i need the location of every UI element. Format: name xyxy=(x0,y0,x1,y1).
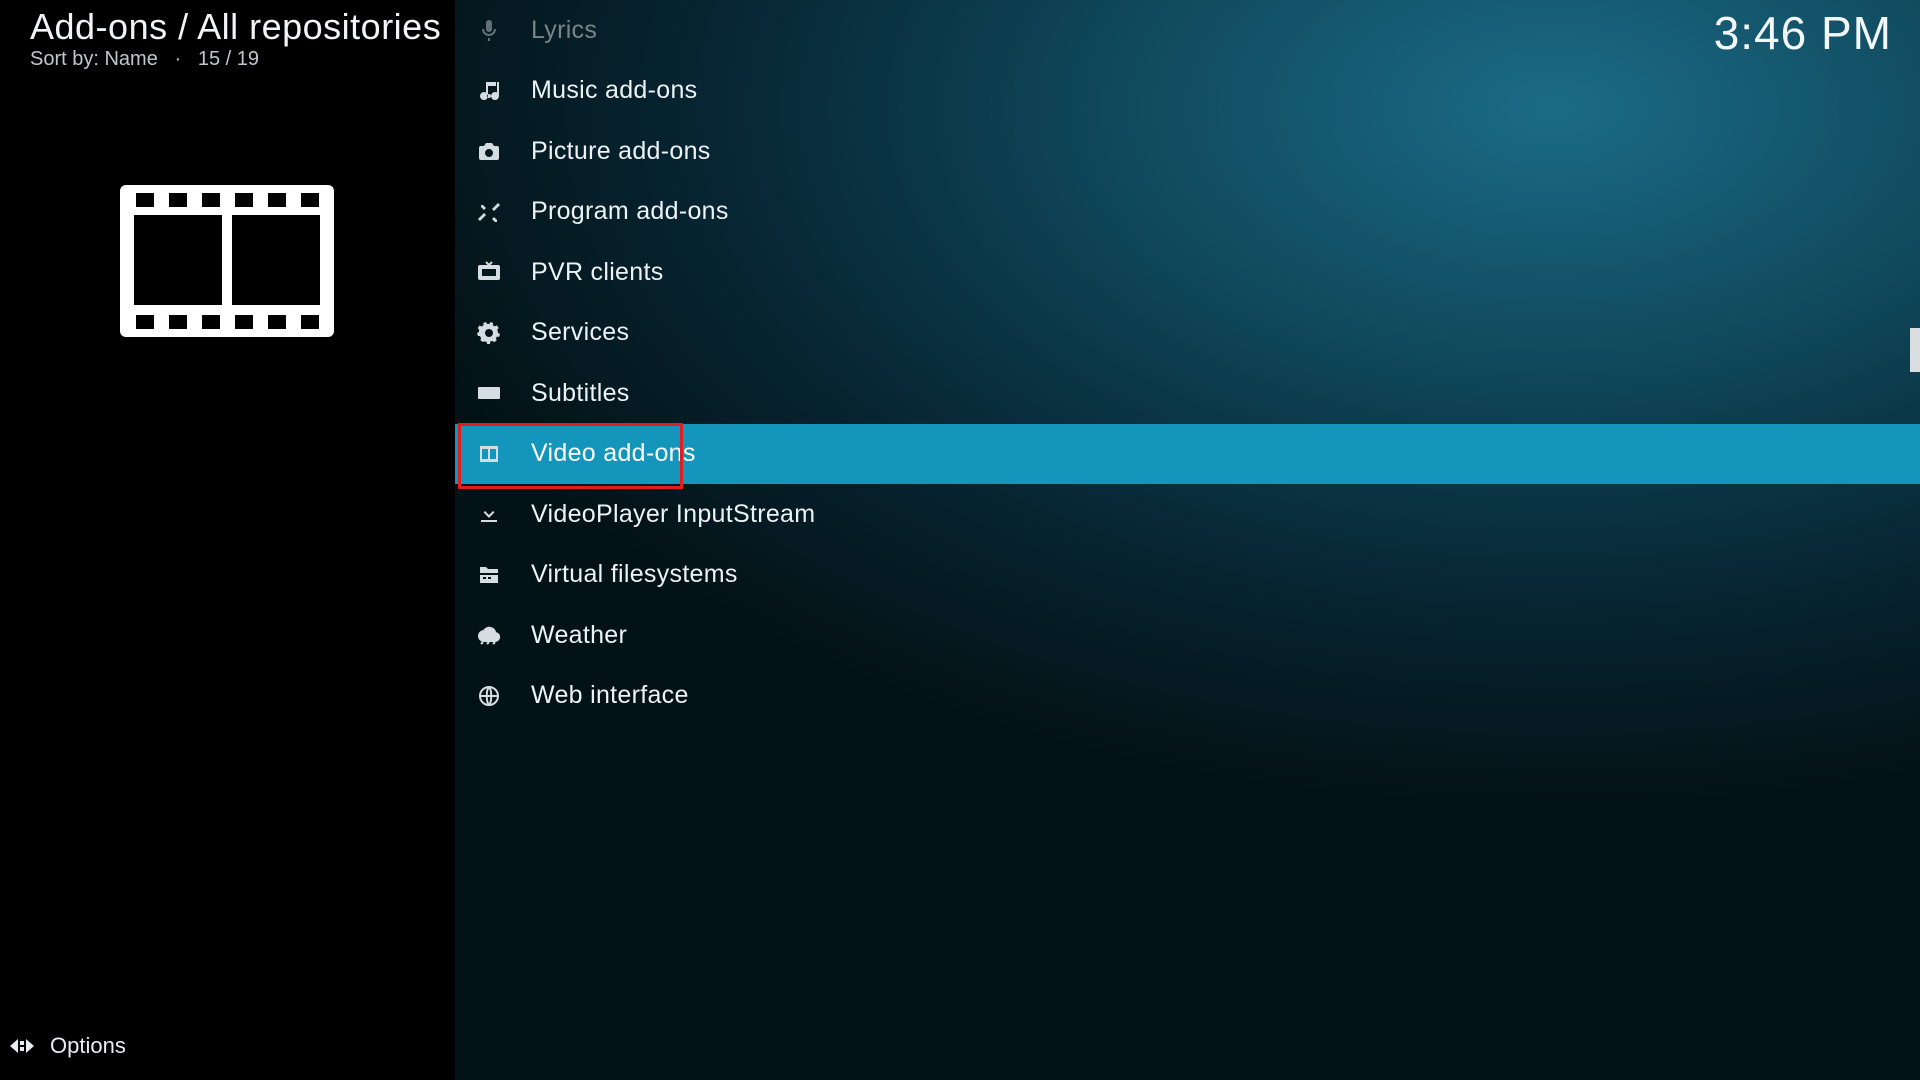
tools-icon xyxy=(475,200,503,224)
download-icon xyxy=(475,502,503,526)
category-label: PVR clients xyxy=(531,258,664,287)
category-item-subtitles[interactable]: Subtitles xyxy=(455,363,1920,424)
category-label: Web interface xyxy=(531,681,689,710)
category-item-music-add-ons[interactable]: Music add-ons xyxy=(455,61,1920,122)
preview-film-icon xyxy=(120,185,334,337)
category-item-weather[interactable]: Weather xyxy=(455,605,1920,666)
tv-icon xyxy=(475,260,503,284)
options-label: Options xyxy=(50,1033,126,1059)
weather-icon xyxy=(475,623,503,647)
category-label: Music add-ons xyxy=(531,76,697,105)
category-item-picture-add-ons[interactable]: Picture add-ons xyxy=(455,121,1920,182)
sidebar-background xyxy=(0,0,455,1080)
category-label: Program add-ons xyxy=(531,197,729,226)
camera-icon xyxy=(475,139,503,163)
scrollbar-thumb[interactable] xyxy=(1910,328,1920,372)
category-list: Lyrics Music add-ons Picture add-ons Progra… xyxy=(455,0,1920,1080)
film-icon xyxy=(475,442,503,466)
category-label: Weather xyxy=(531,621,627,650)
category-label: Subtitles xyxy=(531,379,630,408)
category-label: Virtual filesystems xyxy=(531,560,738,589)
folder-tree-icon xyxy=(475,563,503,587)
category-item-videoplayer-inputstream[interactable]: VideoPlayer InputStream xyxy=(455,484,1920,545)
options-button[interactable]: Options xyxy=(8,1032,126,1060)
category-item-virtual-filesystems[interactable]: Virtual filesystems xyxy=(455,545,1920,606)
category-label: Video add-ons xyxy=(531,439,696,468)
category-label: VideoPlayer InputStream xyxy=(531,500,815,529)
category-item-program-add-ons[interactable]: Program add-ons xyxy=(455,182,1920,243)
microphone-icon xyxy=(475,18,503,42)
category-item-lyrics[interactable]: Lyrics xyxy=(455,0,1920,61)
music-note-icon xyxy=(475,79,503,103)
keyboard-icon xyxy=(475,381,503,405)
gear-icon xyxy=(475,321,503,345)
category-label: Services xyxy=(531,318,629,347)
category-item-web-interface[interactable]: Web interface xyxy=(455,666,1920,727)
list-position: 15 / 19 xyxy=(198,48,259,70)
category-item-pvr-clients[interactable]: PVR clients xyxy=(455,242,1920,303)
sort-label: Sort by: Name xyxy=(30,48,158,70)
globe-icon xyxy=(475,684,503,708)
sort-line: Sort by: Name · 15 / 19 xyxy=(30,48,259,71)
category-item-services[interactable]: Services xyxy=(455,303,1920,364)
category-item-video-add-ons[interactable]: Video add-ons xyxy=(455,424,1920,485)
category-label: Picture add-ons xyxy=(531,137,711,166)
page-title: Add-ons / All repositories xyxy=(30,6,441,48)
options-arrows-icon xyxy=(8,1032,36,1060)
category-label: Lyrics xyxy=(531,16,597,45)
